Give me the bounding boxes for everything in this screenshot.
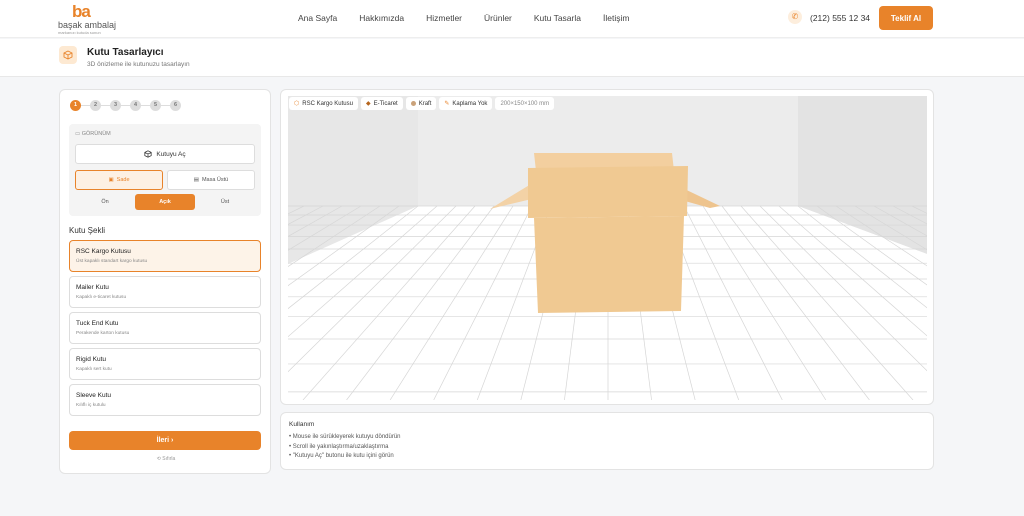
step-connector (121, 105, 130, 106)
camera-icon: ▭ (75, 131, 81, 137)
chip-category: ◆ E-Ticaret (360, 97, 403, 110)
step-1[interactable]: 1 (70, 100, 81, 111)
step-2[interactable]: 2 (90, 100, 101, 111)
usage-list: • Mouse ile sürükleyerek kutuyu döndürün… (289, 433, 401, 462)
step-3[interactable]: 3 (110, 100, 121, 111)
chip-dimensions: 200×150×100 mm (495, 97, 555, 110)
shape-option-sleeve[interactable]: Sleeve Kutu Kılıflı iç kutulu (69, 384, 261, 416)
chip-label: E-Ticaret (373, 100, 398, 107)
shape-name: Rigid Kutu (76, 356, 106, 363)
logo-tagline: markanızı kutuda sunun (58, 30, 101, 35)
view-header-label: GÖRÜNÜM (81, 131, 111, 137)
shape-name: Tuck End Kutu (76, 320, 119, 327)
shape-option-rsc[interactable]: RSC Kargo Kutusu Üst kapaklı standart ka… (69, 240, 261, 272)
view-header: ▭ GÖRÜNÜM (75, 131, 111, 137)
shape-option-tuck-end[interactable]: Tuck End Kutu Perakende karton kutusu (69, 312, 261, 344)
open-box-button[interactable]: Kutuyu Aç (75, 144, 255, 164)
quote-button[interactable]: Teklif Al (879, 6, 933, 30)
shape-name: Mailer Kutu (76, 284, 109, 291)
shape-section-title: Kutu Şekli (69, 226, 106, 235)
shape-name: RSC Kargo Kutusu (76, 248, 131, 255)
shape-desc: Üst kapaklı standart kargo kutusu (76, 259, 148, 264)
cube-icon: ◆ (365, 101, 371, 107)
step-6[interactable]: 6 (170, 100, 181, 111)
reset-icon: ⟲ (156, 456, 161, 462)
camera-on-button[interactable]: Ön (75, 194, 135, 210)
shape-desc: Perakende karton kutusu (76, 331, 130, 336)
step-indicator: 1 2 3 4 5 6 (70, 100, 181, 111)
nav-hakkimizda[interactable]: Hakkımızda (359, 13, 404, 23)
usage-item: • Scroll ile yakınlaştırma/uzaklaştırma (289, 443, 389, 450)
chip-label: Kraft (418, 100, 432, 107)
main-nav: Ana Sayfa Hakkımızda Hizmetler Ürünler K… (298, 13, 651, 23)
step-connector (81, 105, 90, 106)
chip-shape: ⬡ RSC Kargo Kutusu (289, 97, 358, 110)
nav-kutu-tasarla[interactable]: Kutu Tasarla (534, 13, 581, 23)
page-header: Kutu Tasarlayıcı 3D önizleme ile kutunuz… (0, 39, 1024, 77)
usage-instructions: Kullanım • Mouse ile sürükleyerek kutuyu… (280, 412, 934, 470)
phone-icon: ✆ (788, 10, 802, 24)
shape-name: Sleeve Kutu (76, 392, 112, 399)
shape-option-mailer[interactable]: Mailer Kutu Kapaklı e-ticaret kutusu (69, 276, 261, 308)
page-subtitle: 3D önizleme ile kutunuzu tasarlayın (87, 61, 190, 68)
box-icon (59, 46, 77, 64)
shape-desc: Kapaklı e-ticaret kutusu (76, 295, 127, 300)
3d-canvas[interactable] (288, 96, 927, 400)
mode-masa-ustu-button[interactable]: ▤ Masa Üstü (167, 170, 255, 190)
step-connector (141, 105, 150, 106)
brand-logo[interactable]: ba başak ambalaj markanızı kutuda sunun (58, 2, 128, 36)
brush-icon: ✎ (444, 101, 450, 107)
camera-angle-selector: Ön Açık Üst (75, 194, 255, 210)
logo-mark: ba (72, 2, 91, 21)
camera-acik-button[interactable]: Açık (135, 194, 195, 210)
shape-option-rigid[interactable]: Rigid Kutu Kapaklı sert kutu (69, 348, 261, 380)
step-5[interactable]: 5 (150, 100, 161, 111)
usage-item: • "Kutuyu Aç" butonu ile kutu içini görü… (289, 453, 394, 459)
logo-name: başak ambalaj (58, 20, 117, 30)
nav-iletisim[interactable]: İletişim (603, 13, 629, 23)
3d-preview: ⬡ RSC Kargo Kutusu ◆ E-Ticaret Kraft ✎ K… (280, 89, 934, 405)
camera-ust-button[interactable]: Üst (195, 194, 255, 210)
next-button[interactable]: İleri › (69, 431, 261, 450)
mode-sade-button[interactable]: ▣ Sade (75, 170, 163, 190)
table-icon: ▤ (193, 177, 199, 183)
chip-label: Kaplama Yok (452, 100, 488, 107)
open-box-label: Kutuyu Aç (156, 150, 186, 158)
chip-coating: ✎ Kaplama Yok (439, 97, 493, 110)
nav-hizmetler[interactable]: Hizmetler (426, 13, 462, 23)
reset-link[interactable]: ⟲ Sıfırla (60, 456, 272, 462)
mode-sade-label: Sade (116, 177, 130, 183)
nav-ana-sayfa[interactable]: Ana Sayfa (298, 13, 337, 23)
phone-number[interactable]: (212) 555 12 34 (810, 13, 870, 23)
view-settings: ▭ GÖRÜNÜM Kutuyu Aç ▣ Sade ▤ Masa Üstü Ö… (69, 124, 261, 216)
nav-urunler[interactable]: Ürünler (484, 13, 512, 23)
cube-icon (144, 150, 152, 158)
step-4[interactable]: 4 (130, 100, 141, 111)
shape-desc: Kılıflı iç kutulu (76, 403, 106, 408)
chip-label: RSC Kargo Kutusu (302, 100, 353, 107)
chip-label: 200×150×100 mm (500, 100, 550, 107)
selection-chips: ⬡ RSC Kargo Kutusu ◆ E-Ticaret Kraft ✎ K… (289, 97, 555, 110)
box-icon: ⬡ (294, 101, 300, 107)
shape-desc: Kapaklı sert kutu (76, 367, 112, 372)
reset-label: Sıfırla (162, 456, 176, 462)
design-panel: 1 2 3 4 5 6 ▭ GÖRÜNÜM Kutuyu Aç ▣ Sade ▤… (59, 89, 271, 474)
step-connector (161, 105, 170, 106)
usage-title: Kullanım (289, 421, 315, 428)
page-title: Kutu Tasarlayıcı (87, 47, 164, 58)
step-connector (101, 105, 110, 106)
mode-masa-ustu-label: Masa Üstü (201, 177, 229, 183)
usage-item: • Mouse ile sürükleyerek kutuyu döndürün (289, 434, 401, 440)
image-icon: ▣ (108, 177, 114, 183)
chip-material: Kraft (405, 97, 437, 110)
material-swatch-icon (410, 101, 416, 106)
top-navigation-bar: ba başak ambalaj markanızı kutuda sunun … (0, 0, 1024, 38)
